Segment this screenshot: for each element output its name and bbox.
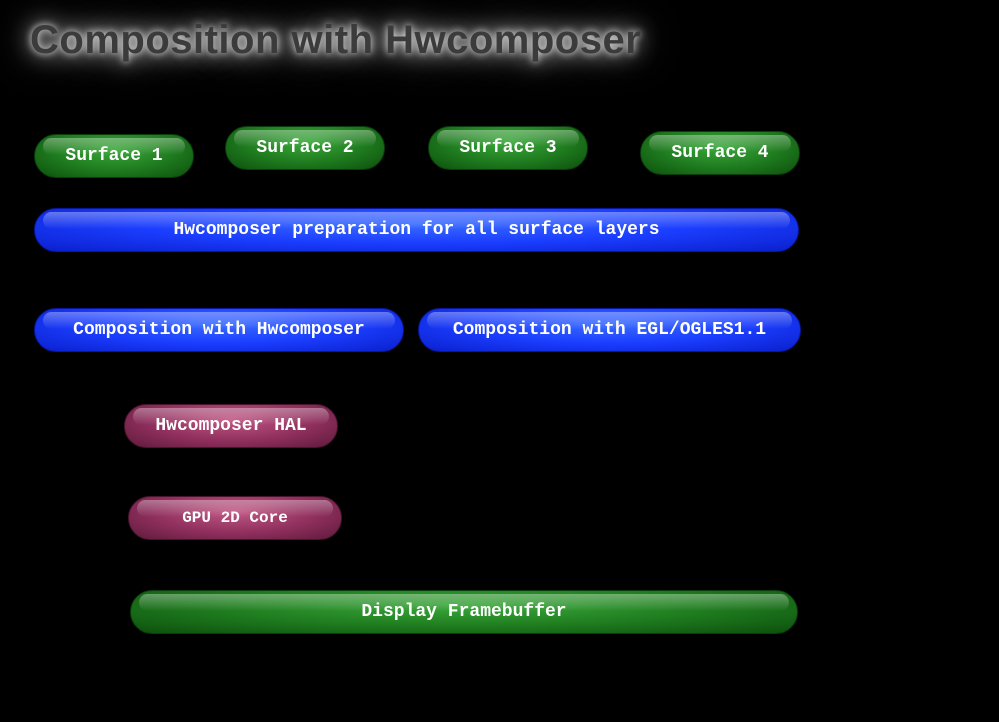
node-label: Surface 4 bbox=[671, 143, 768, 163]
node-label: Surface 1 bbox=[65, 146, 162, 166]
node-label: GPU 2D Core bbox=[182, 509, 288, 527]
node-label: Surface 2 bbox=[256, 138, 353, 158]
node-hwcomposer-hal: Hwcomposer HAL bbox=[124, 404, 338, 448]
node-label: Surface 3 bbox=[459, 138, 556, 158]
node-label: Hwcomposer HAL bbox=[155, 416, 306, 436]
node-display-framebuffer: Display Framebuffer bbox=[130, 590, 798, 634]
page-title: Composition with Hwcomposer bbox=[30, 18, 641, 63]
node-surface-2: Surface 2 bbox=[225, 126, 385, 170]
node-label: Composition with EGL/OGLES1.1 bbox=[453, 320, 766, 340]
node-surface-1: Surface 1 bbox=[34, 134, 194, 178]
node-composition-hwcomposer: Composition with Hwcomposer bbox=[34, 308, 404, 352]
node-label: Display Framebuffer bbox=[361, 602, 566, 622]
node-composition-egl: Composition with EGL/OGLES1.1 bbox=[418, 308, 801, 352]
node-gpu-2d-core: GPU 2D Core bbox=[128, 496, 342, 540]
node-surface-3: Surface 3 bbox=[428, 126, 588, 170]
node-label: Hwcomposer preparation for all surface l… bbox=[173, 220, 659, 240]
node-surface-4: Surface 4 bbox=[640, 131, 800, 175]
node-label: Composition with Hwcomposer bbox=[73, 320, 365, 340]
node-hwc-preparation: Hwcomposer preparation for all surface l… bbox=[34, 208, 799, 252]
